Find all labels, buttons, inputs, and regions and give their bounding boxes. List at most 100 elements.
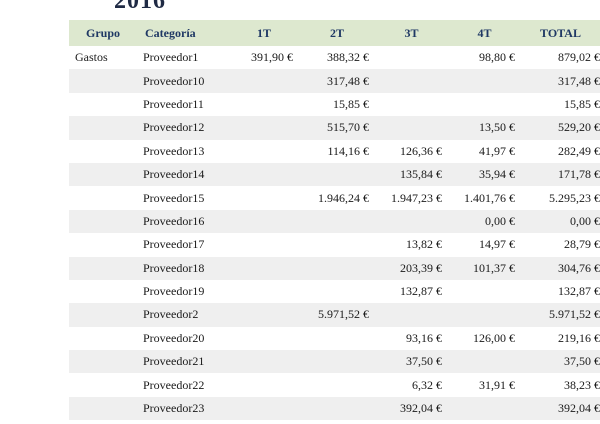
cell-1t[interactable] xyxy=(229,280,299,303)
cell-total[interactable]: 317,48 € xyxy=(521,69,600,92)
cell-1t[interactable] xyxy=(229,69,299,92)
cell-total[interactable]: 28,79 € xyxy=(521,233,600,256)
cell-categoria[interactable]: Proveedor20 xyxy=(137,327,229,350)
cell-1t[interactable] xyxy=(229,350,299,373)
cell-4t[interactable]: 1.401,76 € xyxy=(448,186,521,209)
table-row[interactable]: Proveedor16 0,00 €0,00 € xyxy=(69,209,600,234)
table-row[interactable]: Proveedor18 203,39 €101,37 €304,76 € xyxy=(69,256,600,280)
cell-2t[interactable] xyxy=(299,163,375,186)
cell-3t[interactable]: 13,82 € xyxy=(375,233,448,256)
table-row[interactable]: Proveedor12 515,70 € 13,50 €529,20 € xyxy=(69,116,600,140)
cell-2t[interactable] xyxy=(299,397,375,420)
table-row[interactable]: Gastos Proveedor1 391,90 €388,32 € 98,80 €8… xyxy=(69,46,600,69)
cell-total[interactable]: 392,04 € xyxy=(521,397,600,420)
cell-total[interactable]: 529,20 € xyxy=(521,116,600,139)
cell-4t[interactable] xyxy=(448,350,521,373)
cell-2t[interactable]: 5.971,52 € xyxy=(299,303,375,326)
cell-3t[interactable]: 135,84 € xyxy=(375,163,448,186)
cell-categoria[interactable]: Proveedor15 xyxy=(137,186,229,209)
table-row[interactable]: Proveedor14 135,84 €35,94 €171,78 € xyxy=(69,162,600,187)
table-row[interactable]: Proveedor15 1.946,24 €1.947,23 €1.401,76 … xyxy=(69,186,600,209)
cell-categoria[interactable]: Proveedor19 xyxy=(137,280,229,303)
cell-grupo[interactable] xyxy=(69,350,137,373)
cell-grupo[interactable] xyxy=(69,280,137,303)
cell-total[interactable]: 0,00 € xyxy=(521,210,600,233)
cell-3t[interactable] xyxy=(375,93,448,116)
table-row[interactable]: Proveedor23 392,04 € 392,04 € xyxy=(69,396,600,421)
cell-2t[interactable] xyxy=(299,233,375,256)
cell-3t[interactable]: 132,87 € xyxy=(375,280,448,303)
cell-1t[interactable] xyxy=(229,140,299,163)
cell-total[interactable]: 5.295,23 € xyxy=(521,186,600,209)
cell-1t[interactable] xyxy=(229,397,299,420)
cell-3t[interactable]: 1.947,23 € xyxy=(375,186,448,209)
cell-categoria[interactable]: Proveedor1 xyxy=(137,46,229,69)
cell-1t[interactable] xyxy=(229,210,299,233)
cell-grupo[interactable] xyxy=(69,327,137,350)
cell-grupo[interactable] xyxy=(69,303,137,326)
cell-total[interactable]: 879,02 € xyxy=(521,46,600,69)
cell-2t[interactable] xyxy=(299,280,375,303)
cell-1t[interactable] xyxy=(229,93,299,116)
cell-1t[interactable] xyxy=(229,327,299,350)
cell-total[interactable]: 282,49 € xyxy=(521,140,600,163)
cell-total[interactable]: 304,76 € xyxy=(521,257,600,280)
cell-2t[interactable] xyxy=(299,257,375,280)
cell-4t[interactable] xyxy=(448,303,521,326)
cell-4t[interactable]: 41,97 € xyxy=(448,140,521,163)
column-header-3t[interactable]: 3T xyxy=(375,20,448,46)
cell-total[interactable]: 37,50 € xyxy=(521,350,600,373)
cell-2t[interactable] xyxy=(299,350,375,373)
cell-categoria[interactable]: Proveedor16 xyxy=(137,210,229,233)
cell-3t[interactable]: 126,36 € xyxy=(375,140,448,163)
cell-4t[interactable]: 13,50 € xyxy=(448,116,521,139)
cell-4t[interactable]: 14,97 € xyxy=(448,233,521,256)
table-row[interactable]: Proveedor20 93,16 €126,00 €219,16 € xyxy=(69,327,600,350)
column-header-total[interactable]: TOTAL xyxy=(521,20,600,46)
cell-2t[interactable] xyxy=(299,373,375,396)
cell-grupo[interactable] xyxy=(69,163,137,186)
cell-4t[interactable]: 31,91 € xyxy=(448,373,521,396)
cell-categoria[interactable]: Proveedor11 xyxy=(137,93,229,116)
cell-1t[interactable] xyxy=(229,257,299,280)
cell-4t[interactable]: 101,37 € xyxy=(448,257,521,280)
cell-3t[interactable]: 392,04 € xyxy=(375,397,448,420)
cell-3t[interactable] xyxy=(375,210,448,233)
cell-categoria[interactable]: Proveedor17 xyxy=(137,233,229,256)
cell-categoria[interactable]: Proveedor23 xyxy=(137,397,229,420)
cell-1t[interactable] xyxy=(229,186,299,209)
table-row[interactable]: Proveedor17 13,82 €14,97 €28,79 € xyxy=(69,233,600,256)
cell-grupo[interactable]: Gastos xyxy=(69,46,137,69)
cell-2t[interactable]: 1.946,24 € xyxy=(299,186,375,209)
cell-3t[interactable]: 203,39 € xyxy=(375,257,448,280)
cell-total[interactable]: 5.971,52 € xyxy=(521,303,600,326)
table-row[interactable]: Proveedor11 15,85 € 15,85 € xyxy=(69,93,600,116)
column-header-grupo[interactable]: Grupo xyxy=(69,20,137,46)
cell-2t[interactable]: 317,48 € xyxy=(299,69,375,92)
cell-1t[interactable] xyxy=(229,116,299,139)
cell-4t[interactable] xyxy=(448,93,521,116)
cell-categoria[interactable]: Proveedor12 xyxy=(137,116,229,139)
cell-grupo[interactable] xyxy=(69,140,137,163)
table-row[interactable]: Proveedor21 37,50 € 37,50 € xyxy=(69,350,600,374)
cell-4t[interactable] xyxy=(448,397,521,420)
cell-total[interactable]: 132,87 € xyxy=(521,280,600,303)
cell-4t[interactable] xyxy=(448,280,521,303)
cell-1t[interactable]: 391,90 € xyxy=(229,46,299,69)
table-row[interactable]: Proveedor22 6,32 €31,91 €38,23 € xyxy=(69,373,600,396)
cell-1t[interactable] xyxy=(229,233,299,256)
cell-grupo[interactable] xyxy=(69,233,137,256)
cell-4t[interactable]: 0,00 € xyxy=(448,210,521,233)
cell-4t[interactable]: 35,94 € xyxy=(448,163,521,186)
cell-3t[interactable] xyxy=(375,303,448,326)
table-row[interactable]: Proveedor10 317,48 € 317,48 € xyxy=(69,69,600,93)
cell-categoria[interactable]: Proveedor10 xyxy=(137,69,229,92)
cell-total[interactable]: 38,23 € xyxy=(521,373,600,396)
column-header-categoria[interactable]: Categoría xyxy=(137,20,229,46)
cell-grupo[interactable] xyxy=(69,116,137,139)
cell-2t[interactable] xyxy=(299,210,375,233)
cell-3t[interactable]: 93,16 € xyxy=(375,327,448,350)
cell-grupo[interactable] xyxy=(69,186,137,209)
cell-2t[interactable]: 15,85 € xyxy=(299,93,375,116)
cell-total[interactable]: 171,78 € xyxy=(521,163,600,186)
